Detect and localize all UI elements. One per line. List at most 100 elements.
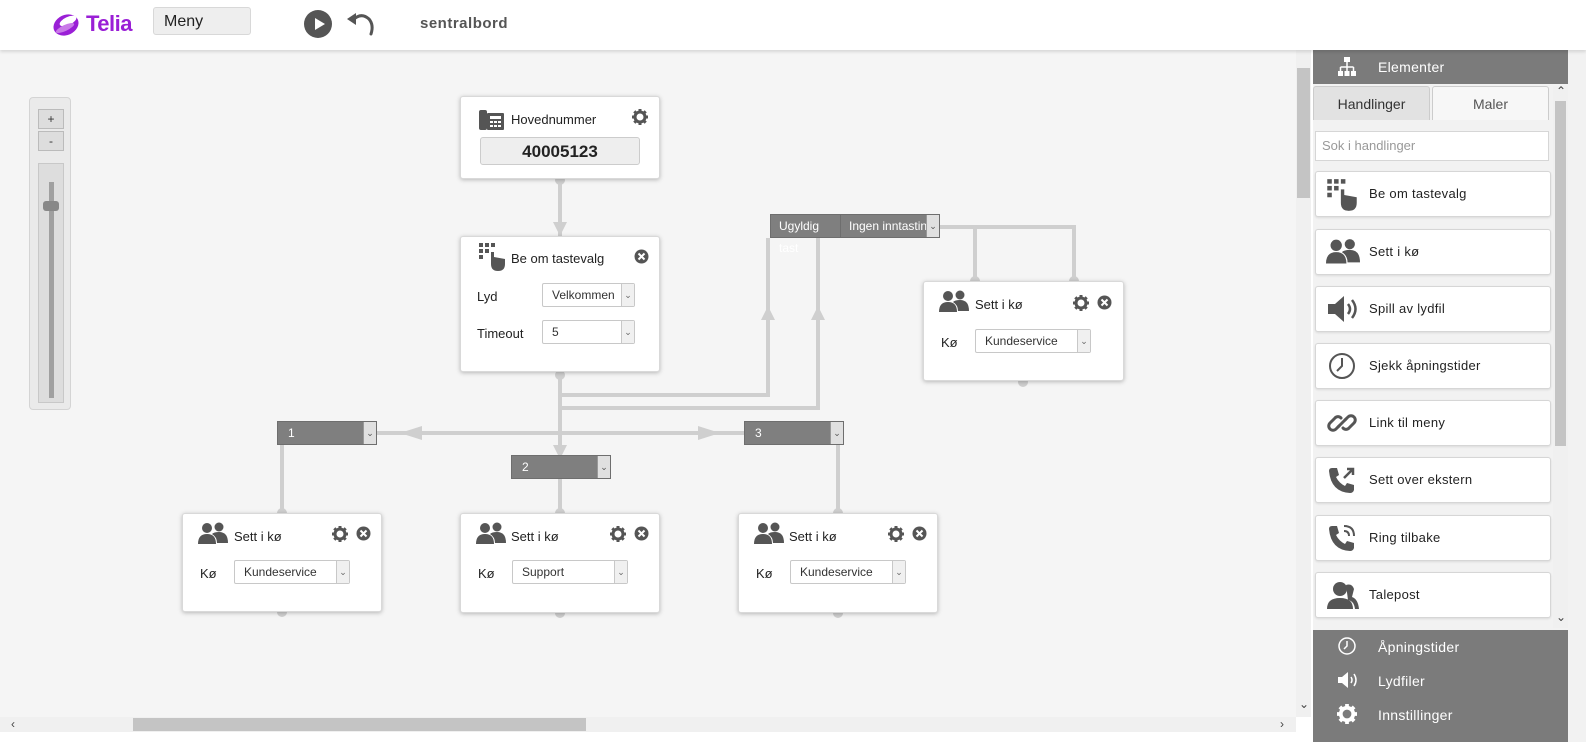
keypad-hand-icon: [479, 243, 505, 271]
close-icon[interactable]: [1097, 295, 1112, 310]
people-icon: [198, 522, 228, 544]
brand-name: Telia: [86, 11, 133, 36]
panel-header-elements[interactable]: Elementer: [1313, 50, 1568, 84]
zoom-handle[interactable]: [43, 201, 59, 211]
action-label: Be om tastevalg: [1369, 186, 1467, 201]
branch-1[interactable]: 1 ⌄: [277, 421, 377, 445]
queue-select[interactable]: Support ⌄: [512, 560, 628, 584]
branch-no-input[interactable]: Ingen inntastin ⌄: [840, 214, 940, 238]
close-icon[interactable]: [634, 249, 649, 264]
branch-invalid-key[interactable]: Ugyldig tast: [770, 214, 842, 255]
menu-select[interactable]: Meny: [153, 7, 251, 35]
panel-header-opening-hours[interactable]: Åpningstider: [1313, 630, 1568, 664]
action-play-audio[interactable]: Spill av lydfil: [1315, 286, 1551, 332]
people-icon: [939, 290, 969, 312]
node-title: Hovednummer: [511, 112, 597, 127]
chevron-down-icon: ⌄: [336, 561, 349, 583]
timeout-label: Timeout: [477, 326, 524, 341]
page-title: sentralbord: [420, 15, 509, 32]
branch-3[interactable]: 3 ⌄: [744, 421, 844, 445]
action-voicemail[interactable]: Talepost: [1315, 572, 1551, 618]
queue-select[interactable]: Kundeservice ⌄: [975, 329, 1091, 353]
chevron-down-icon: ⌄: [892, 561, 905, 583]
panel-scrollbar[interactable]: ⌃ ⌄: [1553, 84, 1568, 628]
zoom-slider[interactable]: [38, 163, 64, 403]
tab-templates[interactable]: Maler: [1432, 86, 1549, 120]
vertical-scroll-thumb[interactable]: [1297, 68, 1310, 198]
gear-icon[interactable]: [332, 526, 348, 542]
tab-actions[interactable]: Handlinger: [1313, 86, 1430, 120]
main-number-field[interactable]: 40005123: [480, 137, 640, 165]
chevron-down-icon: ⌄: [621, 321, 634, 343]
queue-select[interactable]: Kundeservice ⌄: [790, 560, 906, 584]
gear-icon: [1337, 704, 1357, 724]
panel-header-audio-files[interactable]: Lydfiler: [1313, 664, 1568, 698]
undo-icon[interactable]: [344, 8, 376, 40]
timeout-value: 5: [552, 325, 559, 339]
action-label: Sett over ekstern: [1369, 472, 1473, 487]
branch-label: 3: [755, 426, 762, 440]
node-title: Sett i kø: [234, 529, 282, 544]
node-queue[interactable]: Sett i kø Kø Kundeservice ⌄: [738, 513, 938, 613]
gear-icon[interactable]: [610, 526, 626, 542]
action-label: Sjekk åpningstider: [1369, 358, 1481, 373]
search-actions-input[interactable]: Sok i handlinger: [1315, 131, 1549, 161]
queue-label: Kø: [478, 566, 495, 581]
close-icon[interactable]: [634, 526, 649, 541]
branch-label: 2: [522, 460, 529, 474]
chevron-down-icon: ⌄: [1077, 330, 1090, 352]
keypad-hand-icon: [1327, 179, 1357, 211]
scroll-down-icon[interactable]: ⌄: [1556, 610, 1566, 624]
action-queue[interactable]: Sett i kø: [1315, 229, 1551, 275]
queue-value: Kundeservice: [800, 565, 873, 579]
action-link-menu[interactable]: Link til meny: [1315, 400, 1551, 446]
people-icon: [1326, 239, 1360, 264]
gear-icon[interactable]: [1073, 295, 1089, 311]
speaker-icon: [1328, 296, 1357, 322]
sound-select[interactable]: Velkommen ⌄: [542, 283, 635, 307]
zoom-in-button[interactable]: +: [38, 109, 64, 129]
action-transfer-external[interactable]: Sett over ekstern: [1315, 457, 1551, 503]
node-main-number[interactable]: Hovednummer 40005123: [460, 96, 660, 179]
panel-header-settings[interactable]: Innstillinger: [1313, 698, 1568, 742]
action-label: Link til meny: [1369, 415, 1446, 430]
node-queue[interactable]: Sett i kø Kø Support ⌄: [460, 513, 660, 613]
vertical-scrollbar[interactable]: ⌄: [1296, 50, 1311, 717]
branch-label: 1: [288, 426, 295, 440]
node-ivr-menu[interactable]: Be om tastevalg Lyd Velkommen ⌄ Timeout 5…: [460, 236, 660, 372]
action-label: Spill av lydfil: [1369, 301, 1446, 316]
flow-canvas[interactable]: + - Hovednummer 40005123 Be om tastevalg: [0, 50, 1296, 717]
close-icon[interactable]: [912, 526, 927, 541]
person-icon: [1327, 582, 1359, 609]
scroll-right-icon[interactable]: ›: [1280, 717, 1284, 731]
zoom-out-button[interactable]: -: [38, 131, 64, 151]
panel-scroll-thumb[interactable]: [1555, 101, 1566, 446]
queue-select[interactable]: Kundeservice ⌄: [234, 560, 350, 584]
close-icon[interactable]: [356, 526, 371, 541]
panel-header-label: Innstillinger: [1378, 707, 1453, 723]
action-ivr-menu[interactable]: Be om tastevalg: [1315, 171, 1551, 217]
action-call-back[interactable]: Ring tilbake: [1315, 515, 1551, 561]
clock-icon: [1338, 637, 1356, 655]
horizontal-scroll-thumb[interactable]: [133, 718, 586, 731]
action-check-hours[interactable]: Sjekk åpningstider: [1315, 343, 1551, 389]
telia-logo[interactable]: Telia: [50, 8, 133, 40]
node-queue[interactable]: Sett i kø Kø Kundeservice ⌄: [182, 513, 382, 612]
gear-icon[interactable]: [888, 526, 904, 542]
clock-icon: [1329, 353, 1355, 379]
queue-value: Kundeservice: [985, 334, 1058, 348]
horizontal-scrollbar[interactable]: ‹ ›: [0, 717, 1296, 732]
scroll-up-icon[interactable]: ⌃: [1556, 84, 1566, 98]
speaker-icon: [1338, 672, 1357, 688]
node-queue[interactable]: Sett i kø Kø Kundeservice ⌄: [923, 281, 1124, 381]
node-title: Sett i kø: [511, 529, 559, 544]
node-title: Sett i kø: [975, 297, 1023, 312]
panel-header-label: Lydfiler: [1378, 673, 1426, 689]
scroll-left-icon[interactable]: ‹: [11, 717, 15, 731]
timeout-select[interactable]: 5 ⌄: [542, 320, 635, 344]
queue-label: Kø: [200, 566, 217, 581]
scroll-down-icon[interactable]: ⌄: [1299, 697, 1309, 711]
gear-icon[interactable]: [632, 109, 648, 125]
play-button[interactable]: [304, 10, 332, 38]
branch-2[interactable]: 2 ⌄: [511, 455, 611, 479]
